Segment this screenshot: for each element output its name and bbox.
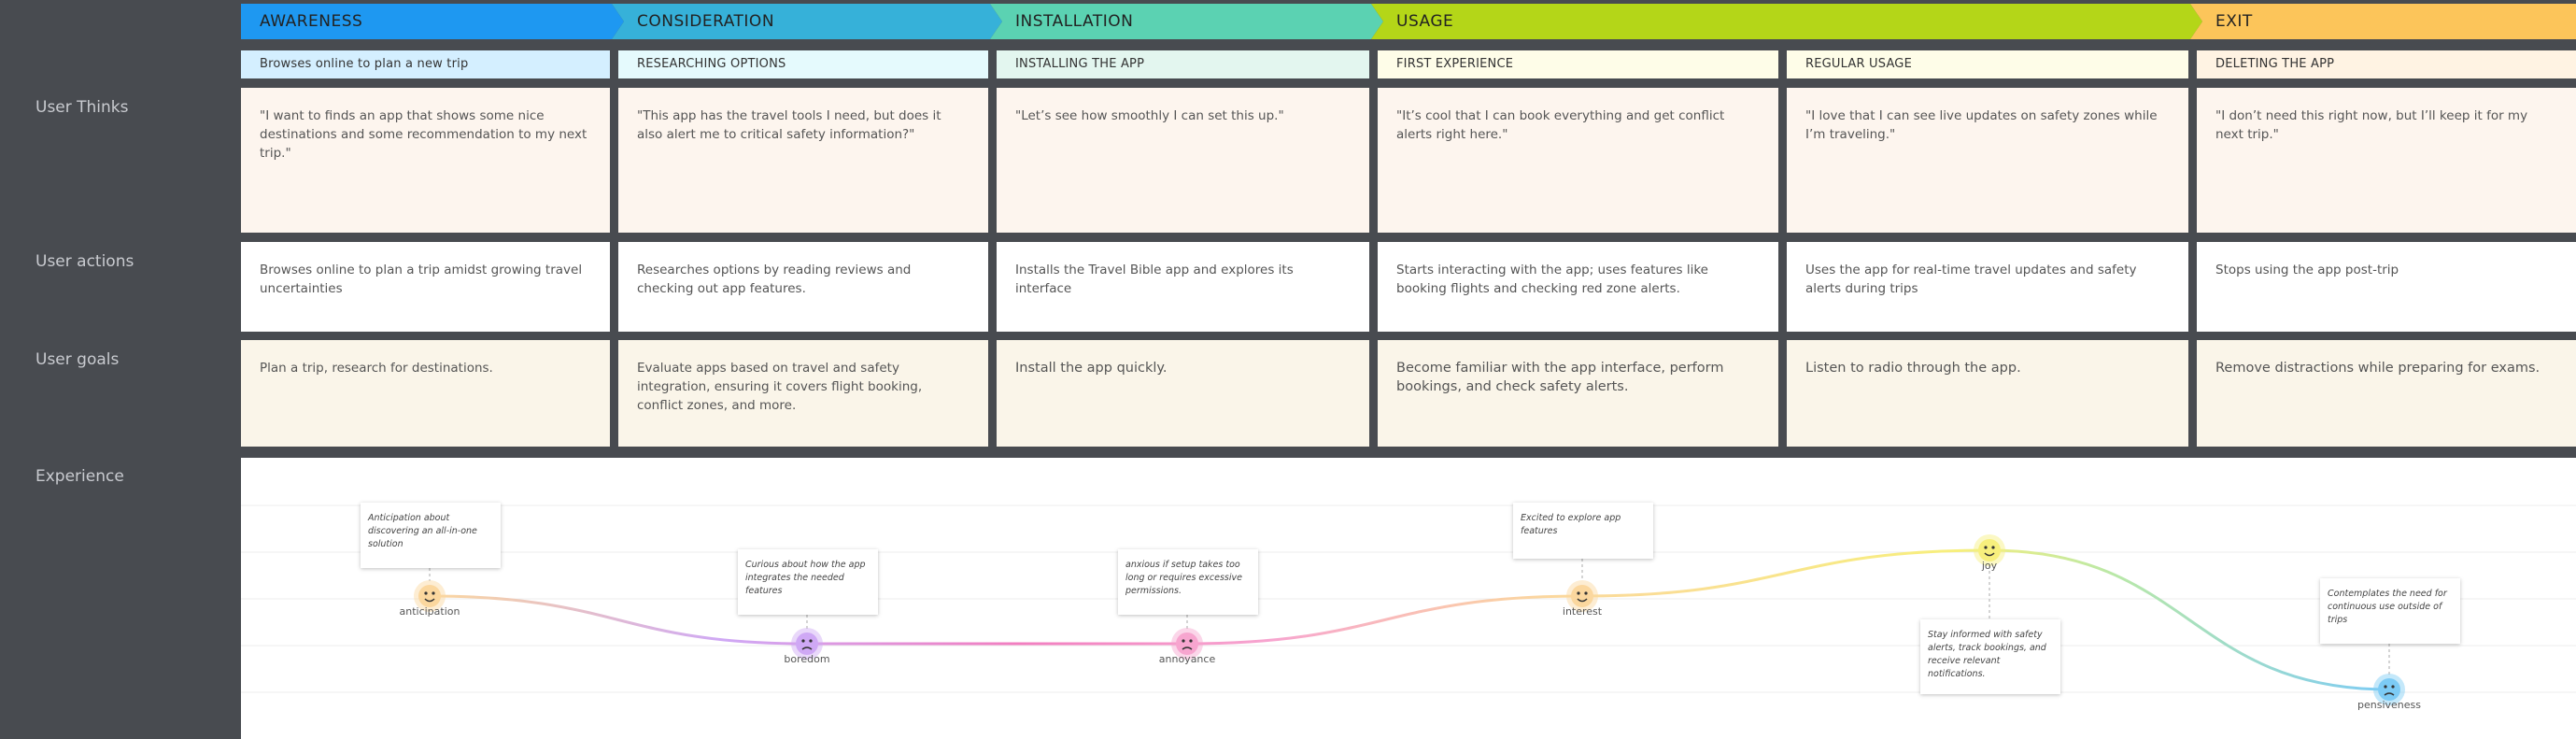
emotion-label: interest	[1563, 605, 1603, 618]
emotion-note: Stay informed with safety alerts, track …	[1920, 619, 2060, 694]
experience-curve-chart: anticipation boredom annoyance interest joy p…	[241, 505, 2576, 711]
emotion-note: anxious if setup takes too long or requi…	[1118, 549, 1258, 615]
emotion-label: annoyance	[1159, 653, 1216, 665]
emotion-note: Excited to explore app features	[1513, 503, 1653, 559]
emotion-note: Anticipation about discovering an all-in…	[361, 503, 501, 568]
emotion-note: Curious about how the app integrates the…	[738, 549, 878, 615]
emotion-note: Contemplates the need for continuous use…	[2320, 578, 2460, 644]
emotion-label: boredom	[784, 653, 829, 665]
emotion-label: pensiveness	[2357, 699, 2421, 711]
emotion-label: anticipation	[400, 605, 460, 618]
emotion-label: joy	[1981, 560, 1998, 572]
